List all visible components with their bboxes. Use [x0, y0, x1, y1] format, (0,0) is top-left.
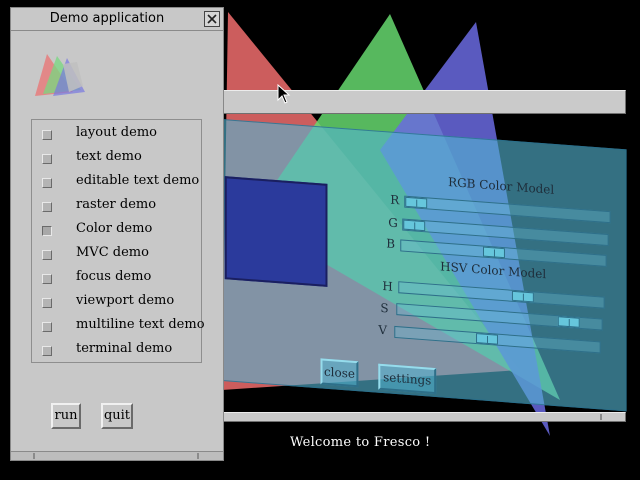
v-slider[interactable]: [394, 325, 601, 354]
r-slider-thumb[interactable]: [405, 196, 428, 209]
demo-item[interactable]: text demo: [32, 146, 201, 168]
demo-list: layout demo text demo editable text demo ra…: [31, 119, 205, 363]
v-slider-thumb[interactable]: [476, 333, 498, 345]
rgb-model-title: RGB Color Model: [448, 174, 555, 197]
demo-checkbox[interactable]: [42, 298, 52, 308]
demo-checkbox[interactable]: [42, 250, 52, 260]
h-slider-thumb[interactable]: [511, 290, 534, 303]
demo-checkbox[interactable]: [42, 274, 52, 284]
demo-item-label: Color demo: [76, 221, 153, 236]
demo-application-window: Demo application layout demo text demo edi…: [10, 7, 224, 461]
title-bar[interactable]: Demo application: [11, 8, 223, 31]
hsv-model-title: HSV Color Model: [440, 259, 547, 282]
demo-item[interactable]: MVC demo: [32, 242, 201, 264]
settings-button[interactable]: settings: [378, 363, 437, 395]
bar-notch-right: [197, 453, 199, 459]
s-slider[interactable]: [396, 303, 603, 331]
demo-item-label: viewport demo: [76, 293, 175, 308]
welcome-message: Welcome to Fresco !: [290, 435, 431, 450]
slider-label-v: V: [378, 322, 387, 338]
demo-checkbox[interactable]: [42, 322, 52, 332]
demo-item[interactable]: terminal demo: [32, 338, 201, 360]
demo-item[interactable]: focus demo: [32, 266, 201, 288]
demo-checkbox[interactable]: [42, 154, 52, 164]
demo-item[interactable]: editable text demo: [32, 170, 201, 192]
demo-item[interactable]: raster demo: [32, 194, 201, 216]
color-swatch: [224, 176, 328, 287]
demo-item[interactable]: multiline text demo: [32, 314, 205, 336]
demo-item-label: multiline text demo: [76, 317, 205, 332]
demo-item-label: focus demo: [76, 269, 152, 284]
demo-item[interactable]: viewport demo: [32, 290, 201, 312]
demo-item-label: raster demo: [76, 197, 157, 212]
slider-label-b: B: [386, 236, 396, 251]
g-slider-thumb[interactable]: [403, 219, 426, 232]
bar-notch-left: [33, 453, 35, 459]
window-title: Demo application: [49, 11, 165, 26]
demo-checkbox[interactable]: [42, 202, 52, 212]
b-slider-thumb[interactable]: [483, 246, 505, 259]
demo-item-label: text demo: [76, 149, 142, 164]
demo-item[interactable]: layout demo: [32, 122, 201, 144]
close-x-glyph: [207, 14, 217, 24]
run-button[interactable]: run: [51, 403, 81, 429]
quit-button[interactable]: quit: [101, 403, 133, 429]
color-demo-panel: RGB Color Model R G B HSV Color Model H …: [156, 114, 627, 412]
demo-checkbox[interactable]: [42, 130, 52, 140]
slider-label-s: S: [380, 300, 389, 316]
demo-item-label: editable text demo: [76, 173, 200, 188]
mouse-pointer-icon: [277, 84, 291, 104]
s-slider-thumb[interactable]: [557, 316, 580, 328]
r-slider[interactable]: [404, 195, 611, 224]
demo-checkbox[interactable]: [42, 178, 52, 188]
scroll-notch-right: [600, 414, 602, 420]
demo-item[interactable]: Color demo: [32, 218, 201, 240]
demo-checkbox[interactable]: [42, 226, 52, 236]
demo-item-label: terminal demo: [76, 341, 173, 356]
window-bottom-bar[interactable]: [11, 451, 223, 460]
close-icon[interactable]: [204, 11, 220, 27]
slider-label-r: R: [390, 192, 400, 208]
demo-checkbox[interactable]: [42, 346, 52, 356]
demo-item-label: layout demo: [76, 125, 157, 140]
fresco-logo-icon: [35, 54, 85, 96]
demo-item-label: MVC demo: [76, 245, 149, 260]
slider-label-h: H: [382, 279, 393, 294]
color-demo-wrapper: RGB Color Model R G B HSV Color Model H …: [156, 114, 627, 412]
slider-label-g: G: [388, 215, 398, 231]
close-button[interactable]: close: [320, 358, 359, 388]
desktop: RGB Color Model R G B HSV Color Model H …: [0, 0, 640, 480]
